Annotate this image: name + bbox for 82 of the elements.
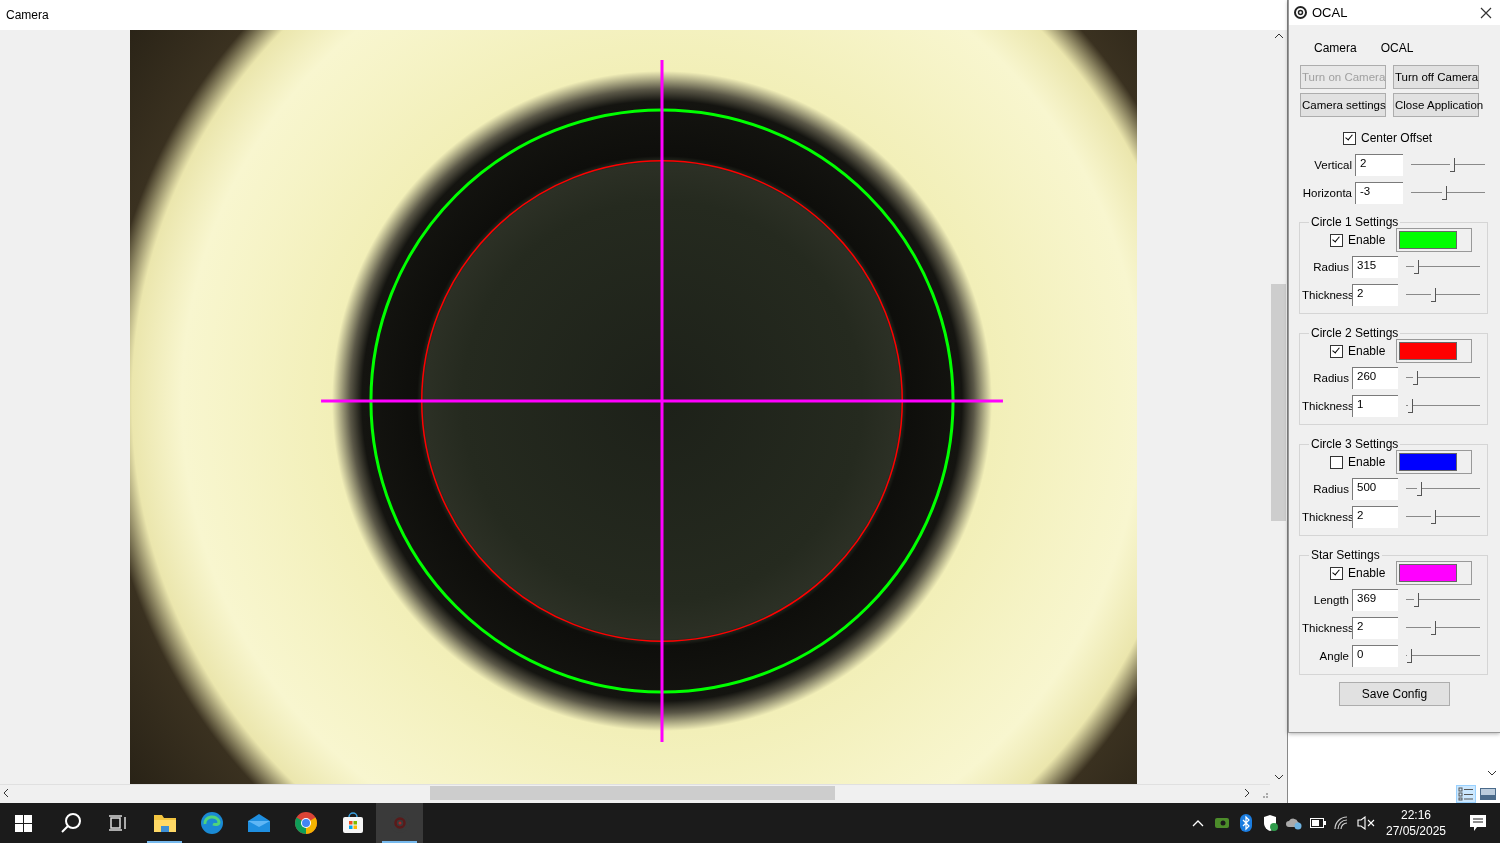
speaker-muted-icon[interactable] (1357, 816, 1375, 830)
field-label: Length (1312, 594, 1350, 606)
view-button[interactable] (1456, 785, 1476, 803)
color-button[interactable] (1396, 339, 1472, 363)
shopping-bag-icon (341, 812, 364, 834)
scrollbar-thumb[interactable] (430, 786, 835, 800)
slider[interactable] (1406, 593, 1480, 607)
scroll-down-icon[interactable] (1487, 769, 1497, 777)
window-title: Camera (6, 8, 49, 22)
four-panes-icon (15, 814, 32, 832)
input-field[interactable]: -3 (1355, 182, 1403, 204)
field-label: Radius (1312, 372, 1350, 384)
slider[interactable] (1406, 621, 1480, 635)
list-view-icon (1458, 787, 1474, 801)
center-offset-checkbox[interactable]: Center Offset (1343, 131, 1433, 145)
field-label: Thickness (1302, 400, 1352, 412)
gpu-icon[interactable] (1215, 818, 1229, 828)
color-button[interactable] (1396, 450, 1472, 474)
input-field[interactable]: 500 (1352, 478, 1398, 500)
input-field[interactable]: 0 (1352, 645, 1398, 667)
view-button[interactable] (1478, 785, 1498, 803)
image-view-icon (1480, 788, 1496, 800)
clock-date[interactable]: 27/05/2025 (1385, 823, 1447, 839)
input-field[interactable]: 2 (1352, 617, 1398, 639)
group-title: Circle 2 Settings (1310, 326, 1400, 340)
envelope-icon (246, 813, 271, 833)
close-icon (1480, 6, 1492, 19)
slider[interactable] (1406, 482, 1480, 496)
field-label: Thickness (1302, 289, 1352, 301)
action-button[interactable]: Camera settings (1300, 93, 1386, 117)
window-title: OCAL (1312, 5, 1349, 20)
field-label: Angle (1318, 650, 1350, 662)
action-button[interactable]: Turn off Camera (1393, 65, 1479, 89)
enable-checkbox[interactable]: Enable (1330, 233, 1396, 247)
circle-logo-icon (293, 811, 318, 835)
task-view-icon (108, 815, 127, 831)
swirl-icon (199, 811, 224, 835)
enable-checkbox[interactable]: Enable (1330, 455, 1396, 469)
input-field[interactable]: 260 (1352, 367, 1398, 389)
enable-checkbox[interactable]: Enable (1330, 566, 1396, 580)
group-title: Circle 3 Settings (1310, 437, 1400, 451)
slider[interactable] (1406, 510, 1480, 524)
scrollbar-thumb[interactable] (1271, 284, 1286, 521)
cloud-icon[interactable] (1285, 816, 1303, 830)
input-field[interactable]: 2 (1352, 284, 1398, 306)
slider[interactable] (1406, 649, 1480, 663)
tab[interactable]: OCAL (1380, 41, 1414, 55)
field-label: Radius (1312, 483, 1350, 495)
speech-bubble-icon (1469, 814, 1487, 832)
input-field[interactable]: 2 (1355, 154, 1403, 176)
field-label: Thickness (1302, 622, 1352, 634)
save-button[interactable]: Save Config (1339, 682, 1450, 706)
color-button[interactable] (1396, 561, 1472, 585)
field-label: Thickness (1302, 511, 1352, 523)
field-label: Vertical (1313, 159, 1353, 171)
folder-icon (152, 813, 177, 833)
input-field[interactable]: 1 (1352, 395, 1398, 417)
group-title: Star Settings (1310, 548, 1381, 562)
color-button[interactable] (1396, 228, 1472, 252)
slider[interactable] (1406, 260, 1480, 274)
input-field[interactable]: 315 (1352, 256, 1398, 278)
wifi-icon[interactable] (1334, 816, 1350, 830)
slider[interactable] (1406, 399, 1480, 413)
search-icon (59, 812, 82, 834)
slider[interactable] (1406, 288, 1480, 302)
tab[interactable]: Camera (1314, 41, 1357, 55)
slider[interactable] (1411, 186, 1485, 200)
field-label: Horizonta (1301, 187, 1353, 199)
battery-icon[interactable] (1310, 818, 1326, 828)
bluetooth-icon[interactable] (1240, 814, 1252, 832)
enable-checkbox[interactable]: Enable (1330, 344, 1396, 358)
target-icon (1294, 6, 1307, 19)
field-label: Radius (1312, 261, 1350, 273)
shield-icon[interactable] (1262, 814, 1278, 832)
chevron-up-icon[interactable] (1192, 819, 1204, 827)
taskbar-app[interactable] (376, 803, 423, 843)
slider[interactable] (1406, 371, 1480, 385)
input-field[interactable]: 369 (1352, 589, 1398, 611)
input-field[interactable]: 2 (1352, 506, 1398, 528)
clock-time[interactable]: 22:16 (1401, 807, 1431, 823)
slider[interactable] (1411, 158, 1485, 172)
group-title: Circle 1 Settings (1310, 215, 1400, 229)
